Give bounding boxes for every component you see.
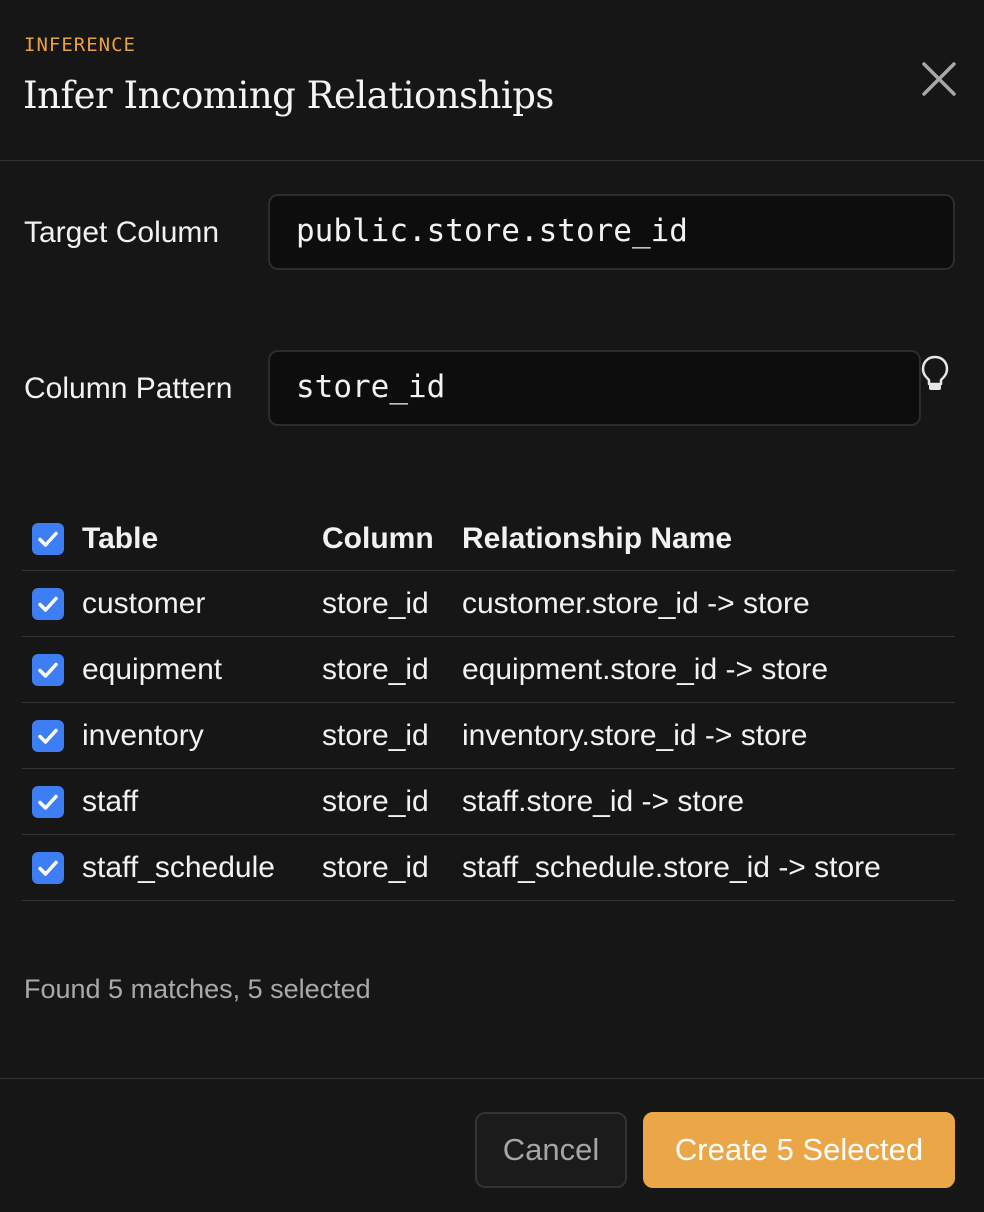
- row-relationship-name: equipment.store_id -> store: [462, 653, 829, 686]
- select-all-checkbox[interactable]: [32, 523, 64, 555]
- pattern-hint-button[interactable]: [918, 354, 952, 394]
- row-table-name: inventory: [82, 719, 204, 752]
- checkmark-icon: [38, 794, 58, 810]
- checkmark-icon: [38, 531, 58, 547]
- header-column: Column: [322, 522, 434, 555]
- table-row[interactable]: staff store_id staff.store_id -> store: [22, 769, 955, 835]
- target-column-field[interactable]: [268, 194, 955, 270]
- row-column-name: store_id: [322, 587, 429, 620]
- target-column-label: Target Column: [24, 216, 220, 249]
- table-row[interactable]: equipment store_id equipment.store_id ->…: [22, 637, 955, 703]
- close-button[interactable]: [914, 54, 964, 104]
- table-row[interactable]: staff_schedule store_id staff_schedule.s…: [22, 835, 955, 901]
- row-checkbox[interactable]: [32, 786, 64, 818]
- target-column-input[interactable]: [296, 196, 953, 266]
- row-relationship-name: customer.store_id -> store: [462, 587, 810, 620]
- row-relationship-name: staff_schedule.store_id -> store: [462, 851, 881, 884]
- column-pattern-field[interactable]: [268, 350, 921, 426]
- column-pattern-label: Column Pattern: [24, 372, 233, 405]
- row-relationship-name: inventory.store_id -> store: [462, 719, 808, 752]
- dialog-title: Infer Incoming Relationships: [23, 74, 554, 117]
- row-checkbox[interactable]: [32, 654, 64, 686]
- checkmark-icon: [38, 596, 58, 612]
- close-icon: [922, 62, 956, 96]
- row-table-name: staff_schedule: [82, 851, 275, 884]
- row-checkbox[interactable]: [32, 852, 64, 884]
- cancel-button[interactable]: Cancel: [475, 1112, 627, 1188]
- match-summary: Found 5 matches, 5 selected: [24, 974, 371, 1004]
- checkmark-icon: [38, 662, 58, 678]
- lightbulb-icon: [921, 355, 949, 390]
- footer-divider: [0, 1078, 984, 1079]
- row-checkbox[interactable]: [32, 720, 64, 752]
- header-relationship: Relationship Name: [462, 522, 733, 555]
- row-column-name: store_id: [322, 785, 429, 818]
- row-column-name: store_id: [322, 851, 429, 884]
- dialog-eyebrow: INFERENCE: [24, 34, 136, 56]
- table-header-row: Table Column Relationship Name: [22, 506, 955, 571]
- column-pattern-input[interactable]: [296, 352, 919, 422]
- checkmark-icon: [38, 728, 58, 744]
- row-checkbox[interactable]: [32, 588, 64, 620]
- row-table-name: staff: [82, 785, 139, 818]
- dialog-header: INFERENCE Infer Incoming Relationships: [0, 0, 984, 161]
- relationships-table: Table Column Relationship Name customer …: [22, 506, 955, 901]
- table-row[interactable]: customer store_id customer.store_id -> s…: [22, 571, 955, 637]
- table-row[interactable]: inventory store_id inventory.store_id ->…: [22, 703, 955, 769]
- create-selected-button[interactable]: Create 5 Selected: [643, 1112, 955, 1188]
- header-table: Table: [82, 522, 159, 555]
- row-table-name: equipment: [82, 653, 223, 686]
- row-relationship-name: staff.store_id -> store: [462, 785, 745, 818]
- row-column-name: store_id: [322, 719, 429, 752]
- row-column-name: store_id: [322, 653, 429, 686]
- row-table-name: customer: [82, 587, 206, 620]
- checkmark-icon: [38, 860, 58, 876]
